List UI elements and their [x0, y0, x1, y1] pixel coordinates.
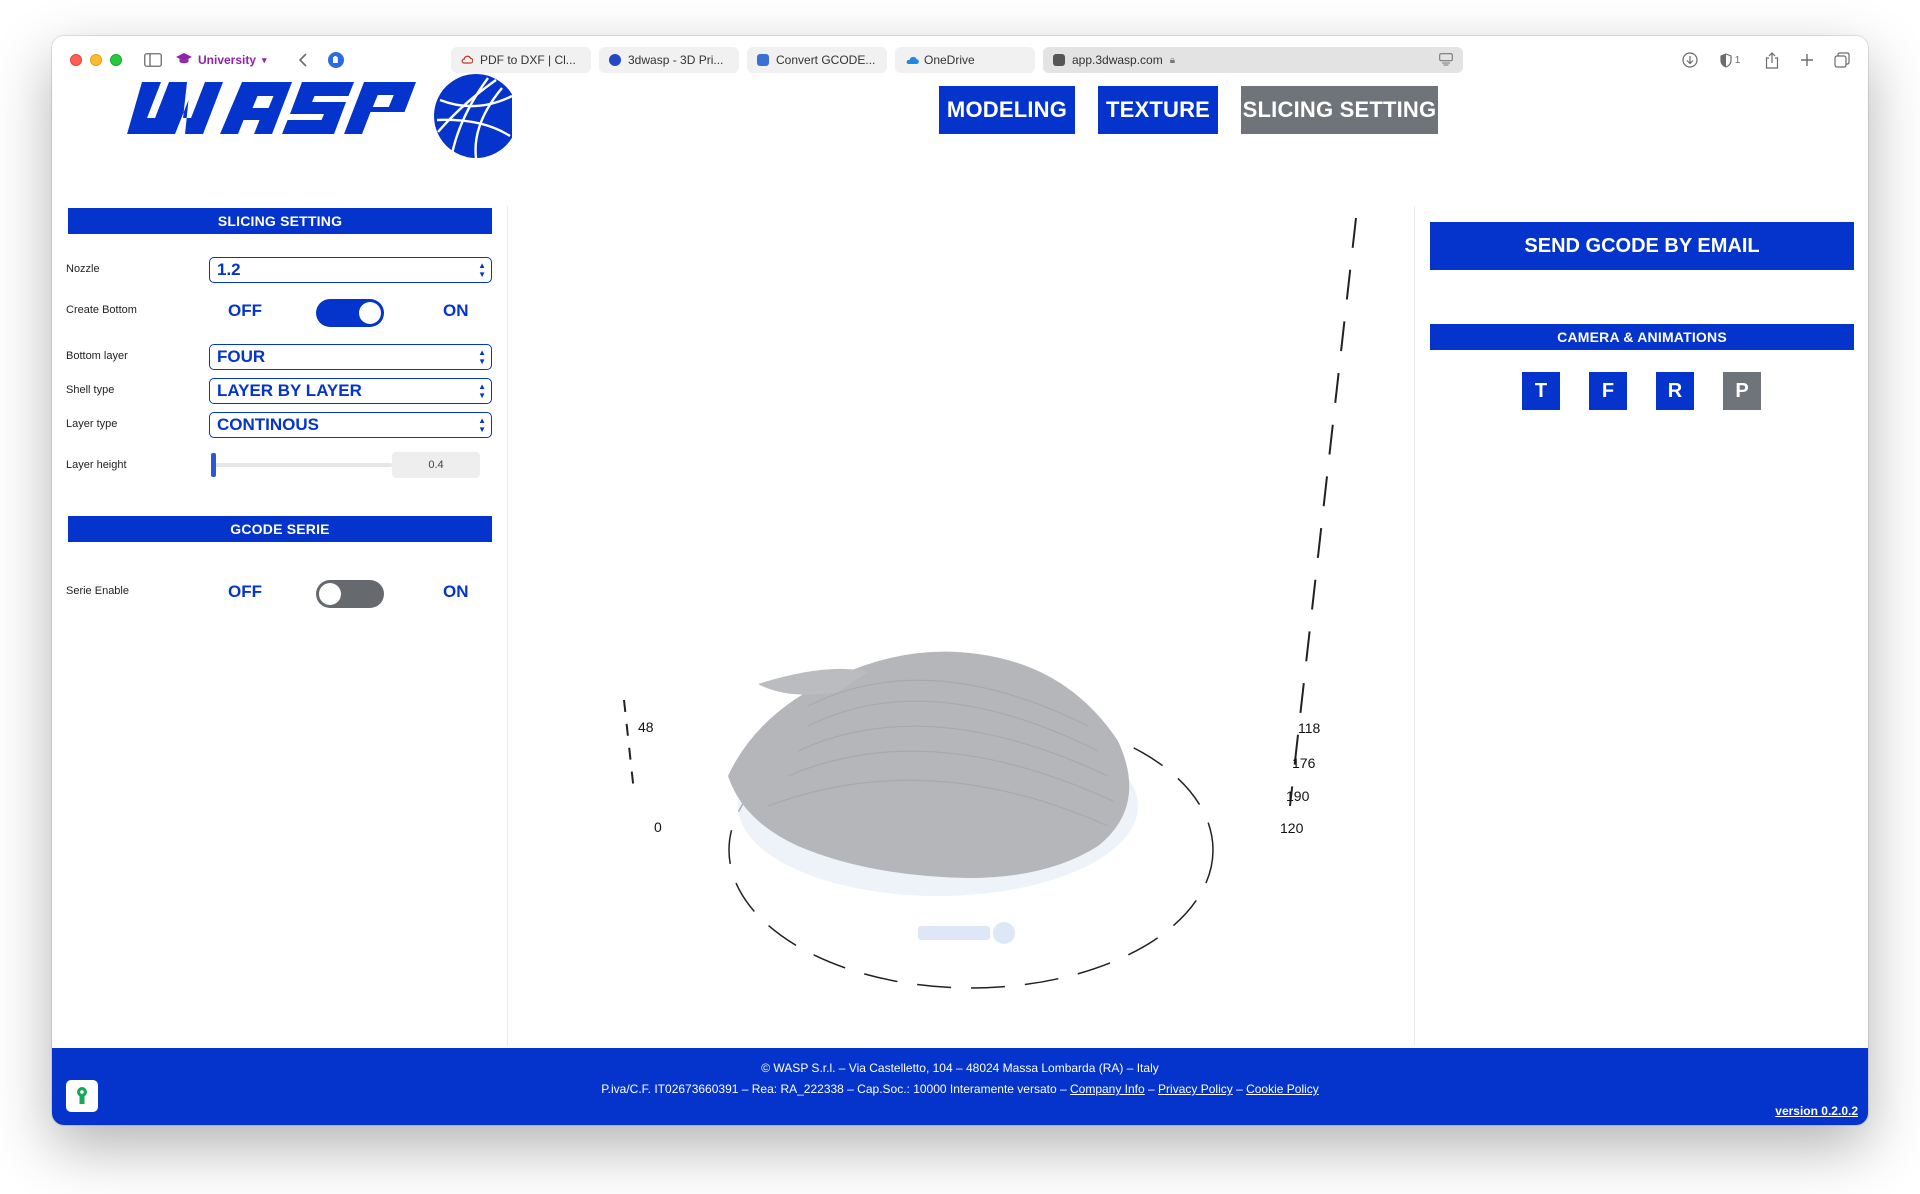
layer-height-slider-thumb[interactable]	[211, 453, 216, 477]
shell-type-label: Shell type	[66, 384, 115, 396]
camera-front-button[interactable]: F	[1589, 372, 1627, 410]
layer-type-value: CONTINOUS	[217, 415, 319, 434]
profile-switcher[interactable]: University ▾	[176, 49, 267, 71]
zoom-window-button[interactable]	[110, 54, 122, 66]
footer: © WASP S.r.l. – Via Castelletto, 104 – 4…	[52, 1048, 1868, 1125]
toggle-knob	[359, 302, 381, 324]
tab-convert-gcode[interactable]: Convert GCODE...	[747, 47, 887, 73]
wasp-watermark	[918, 922, 1015, 944]
layer-type-select[interactable]: CONTINOUS ▲ ▼	[209, 412, 492, 438]
camera-right-button[interactable]: R	[1656, 372, 1694, 410]
footer-legal: P.iva/C.F. IT02673660391 – Rea: RA_22233…	[52, 1082, 1868, 1096]
tab-pdf-to-dxf[interactable]: PDF to DXF | Cl...	[451, 47, 591, 73]
toggle-knob	[319, 583, 341, 605]
share-icon[interactable]	[1762, 48, 1782, 72]
sidebar-icon[interactable]	[142, 48, 164, 72]
axis-label-right-4: 120	[1280, 820, 1304, 836]
tab-label: PDF to DXF | Cl...	[480, 53, 576, 67]
privacy-shield-icon[interactable]: 1	[1716, 48, 1744, 72]
gcode-serie-header: GCODE SERIE	[68, 516, 492, 542]
chevron-down-icon: ▾	[262, 54, 267, 65]
axis-label-left-top: 48	[638, 719, 654, 735]
tab-3dwasp[interactable]: 3dwasp - 3D Pri...	[599, 47, 739, 73]
layer-type-label: Layer type	[66, 418, 118, 430]
shield-count: 1	[1734, 54, 1741, 66]
gcode-preview-canvas	[623, 217, 1357, 989]
address-text: app.3dwasp.com	[1072, 53, 1163, 67]
globe-icon	[609, 54, 621, 66]
bottom-layer-label: Bottom layer	[66, 350, 128, 362]
create-bottom-label: Create Bottom	[66, 304, 137, 316]
profile-label: University	[198, 53, 257, 67]
serie-enable-toggle[interactable]	[316, 580, 384, 608]
address-bar[interactable]: app.3dwasp.com 🔒︎	[1043, 47, 1463, 73]
tab-label: 3dwasp - 3D Pri...	[628, 53, 724, 67]
new-tab-icon[interactable]	[1797, 48, 1817, 72]
tab-onedrive[interactable]: OneDrive	[895, 47, 1035, 73]
browser-window: University ▾ PDF to DXF | Cl... 3dwasp -…	[52, 36, 1868, 1125]
nozzle-select[interactable]: 1.2 ▲ ▼	[209, 257, 492, 283]
privacy-policy-link[interactable]: Privacy Policy	[1158, 1082, 1233, 1096]
axis-label-right-3: 190	[1286, 788, 1310, 804]
reader-icon[interactable]	[1439, 53, 1453, 69]
graduation-cap-icon	[176, 52, 192, 68]
close-window-button[interactable]	[70, 54, 82, 66]
convert-icon	[757, 54, 769, 66]
select-arrows-icon: ▲ ▼	[478, 382, 486, 400]
footer-address: © WASP S.r.l. – Via Castelletto, 104 – 4…	[761, 1061, 1159, 1075]
select-arrows-icon: ▲ ▼	[478, 348, 486, 366]
footer-legal-text: P.iva/C.F. IT02673660391 – Rea: RA_22233…	[601, 1082, 1070, 1096]
tab-label: OneDrive	[924, 53, 975, 67]
back-icon[interactable]	[294, 48, 312, 72]
layer-height-label: Layer height	[66, 459, 127, 471]
axis-label-right-1: 118	[1298, 720, 1321, 736]
version-link[interactable]: version 0.2.0.2	[1775, 1104, 1858, 1118]
texture-button[interactable]: TEXTURE	[1098, 86, 1218, 134]
download-icon[interactable]	[1680, 48, 1700, 72]
right-panel-divider	[1414, 206, 1415, 1046]
modeling-button[interactable]: MODELING	[939, 86, 1075, 134]
create-bottom-toggle[interactable]	[316, 299, 384, 327]
left-axis-line	[623, 699, 635, 793]
wasp-logo[interactable]	[92, 74, 518, 169]
slicing-setting-button[interactable]: SLICING SETTING	[1241, 86, 1438, 134]
layer-height-slider-track[interactable]	[212, 463, 392, 467]
select-arrows-icon: ▲ ▼	[478, 416, 486, 434]
minimize-window-button[interactable]	[90, 54, 102, 66]
lock-icon: 🔒︎	[1169, 54, 1176, 66]
axis-label-left-bottom: 0	[654, 819, 662, 835]
onedrive-cloud-icon	[905, 54, 919, 66]
camera-perspective-button[interactable]: P	[1723, 372, 1761, 410]
shell-type-select[interactable]: LAYER BY LAYER ▲ ▼	[209, 378, 492, 404]
create-bottom-off-label: OFF	[228, 301, 262, 320]
send-gcode-email-button[interactable]: SEND GCODE BY EMAIL	[1430, 222, 1854, 270]
create-bottom-on-label: ON	[443, 301, 469, 320]
axis-label-right-2: 176	[1292, 755, 1316, 771]
serie-enable-on-label: ON	[443, 582, 469, 601]
cookie-policy-link[interactable]: Cookie Policy	[1246, 1082, 1319, 1096]
select-arrows-icon: ▲ ▼	[478, 261, 486, 279]
vertical-axis-line	[1289, 217, 1357, 807]
tab-overview-icon[interactable]	[1832, 48, 1852, 72]
serie-enable-label: Serie Enable	[66, 585, 129, 597]
nozzle-label: Nozzle	[66, 263, 100, 275]
camera-animations-header: CAMERA & ANIMATIONS	[1430, 324, 1854, 350]
slicing-setting-header: SLICING SETTING	[68, 208, 492, 234]
footer-separator: –	[1144, 1082, 1159, 1096]
company-info-link[interactable]: Company Info	[1070, 1082, 1145, 1096]
footer-separator: –	[1232, 1082, 1247, 1096]
shell-type-value: LAYER BY LAYER	[217, 381, 362, 400]
nozzle-value: 1.2	[217, 260, 241, 279]
layer-height-value[interactable]: 0.4	[392, 452, 480, 478]
bottom-layer-select[interactable]: FOUR ▲ ▼	[209, 344, 492, 370]
bottom-layer-value: FOUR	[217, 347, 266, 366]
site-favicon-icon	[1053, 54, 1065, 66]
camera-top-button[interactable]: T	[1522, 372, 1560, 410]
3d-viewport[interactable]: 48 0 118 176 190 120	[508, 206, 1414, 1046]
serie-enable-off-label: OFF	[228, 582, 262, 601]
cloud-icon	[461, 54, 474, 66]
keyhole-extension-icon[interactable]	[66, 1080, 98, 1112]
extension-icon[interactable]	[326, 48, 346, 72]
tab-label: Convert GCODE...	[776, 53, 876, 67]
